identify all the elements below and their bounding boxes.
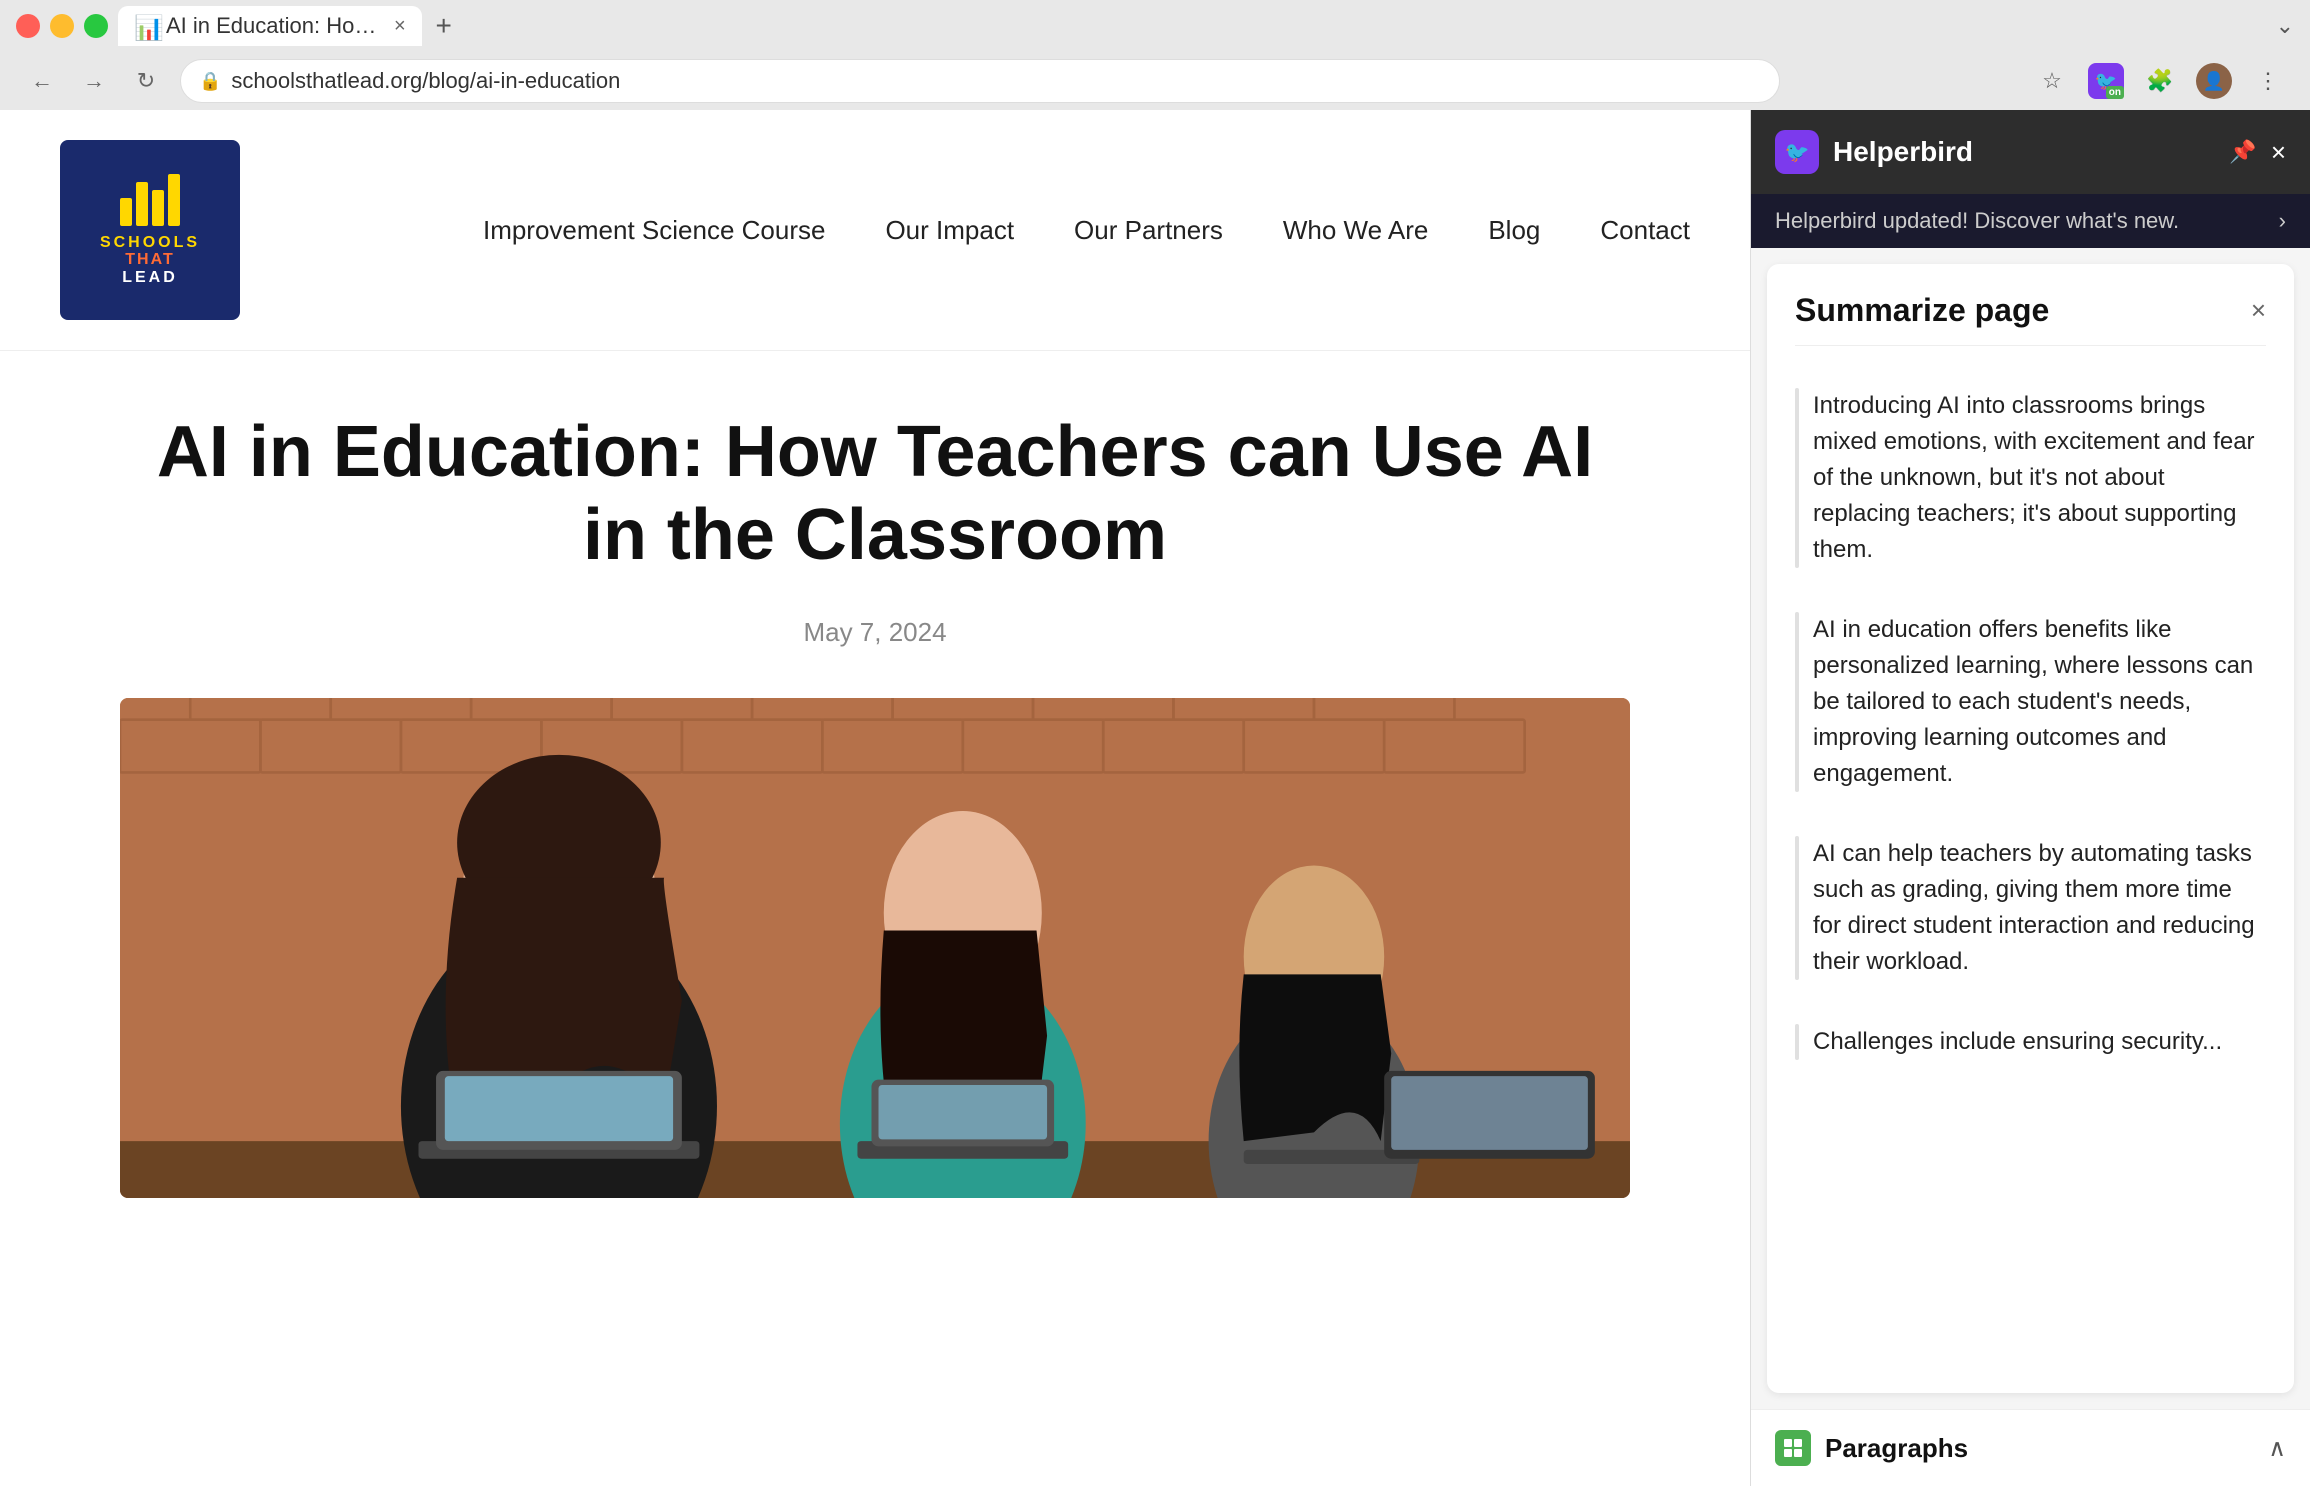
helperbird-pin-button[interactable]: 📌	[2229, 139, 2256, 165]
paragraphs-label: Paragraphs	[1825, 1433, 2254, 1464]
maximize-window-button[interactable]	[84, 14, 108, 38]
helperbird-panel-close-button[interactable]: ×	[2271, 137, 2286, 168]
summary-text-3: AI can help teachers by automating tasks…	[1813, 836, 2266, 980]
logo-lead-text: LEAD	[122, 269, 178, 287]
summary-bar-3	[1795, 836, 1799, 980]
nav-blog[interactable]: Blog	[1488, 215, 1540, 246]
summarize-page-title: Summarize page	[1795, 292, 2049, 329]
tab-favicon: 📊	[134, 14, 158, 38]
article-title: AI in Education: How Teachers can Use AI…	[120, 411, 1630, 577]
webpage: SCHOOLS THAT LEAD Improvement Science Co…	[0, 110, 1750, 1486]
content-area: SCHOOLS THAT LEAD Improvement Science Co…	[0, 110, 2310, 1486]
summary-item-2: AI in education offers benefits like per…	[1795, 590, 2266, 814]
active-tab[interactable]: 📊 AI in Education: How Teacher... ×	[118, 6, 422, 46]
logo-chart-icon	[120, 174, 180, 226]
summary-item-3: AI can help teachers by automating tasks…	[1795, 814, 2266, 1002]
paragraphs-collapse-icon[interactable]: ∧	[2268, 1434, 2286, 1463]
tab-close-button[interactable]: ×	[394, 15, 406, 38]
minimize-window-button[interactable]	[50, 14, 74, 38]
helperbird-logo: 🐦	[1775, 130, 1819, 174]
summary-text-2: AI in education offers benefits like per…	[1813, 612, 2266, 792]
helperbird-extension-icon[interactable]: 🐦 on	[2088, 63, 2124, 99]
nav-who-we-are[interactable]: Who We Are	[1283, 215, 1428, 246]
site-header: SCHOOLS THAT LEAD Improvement Science Co…	[0, 110, 1750, 351]
logo-that-text: THAT	[125, 251, 174, 269]
site-nav: Improvement Science Course Our Impact Ou…	[483, 215, 1690, 246]
new-tab-button[interactable]: +	[424, 6, 464, 46]
address-bar-row: ← → ↻ 🔒 schoolsthatlead.org/blog/ai-in-e…	[0, 52, 2310, 110]
summary-text-4: Challenges include ensuring security...	[1813, 1024, 2222, 1060]
profile-button[interactable]: 👤	[2196, 63, 2232, 99]
reload-button[interactable]: ↻	[128, 63, 164, 99]
nav-improvement-science[interactable]: Improvement Science Course	[483, 215, 825, 246]
summarize-close-button[interactable]: ×	[2251, 295, 2266, 326]
back-button[interactable]: ←	[24, 63, 60, 99]
address-field[interactable]: 🔒 schoolsthatlead.org/blog/ai-in-educati…	[180, 59, 1780, 103]
summary-bar-4	[1795, 1024, 1799, 1060]
summary-bar-1	[1795, 388, 1799, 568]
helperbird-title: Helperbird	[1833, 136, 2215, 168]
extensions-button[interactable]: 🧩	[2142, 63, 2178, 99]
tab-title: AI in Education: How Teacher...	[166, 13, 386, 39]
helperbird-update-arrow-icon: ›	[2279, 208, 2286, 234]
toolbar-icons: ☆ 🐦 on 🧩 👤 ⋮	[2034, 63, 2286, 99]
helperbird-body: Summarize page × Introducing AI into cla…	[1767, 264, 2294, 1393]
helperbird-update-bar[interactable]: Helperbird updated! Discover what's new.…	[1751, 194, 2310, 248]
site-logo[interactable]: SCHOOLS THAT LEAD	[60, 140, 240, 320]
address-text: schoolsthatlead.org/blog/ai-in-education	[231, 68, 1761, 94]
browser-chrome: 📊 AI in Education: How Teacher... × + ⌄ …	[0, 0, 2310, 110]
nav-our-impact[interactable]: Our Impact	[885, 215, 1014, 246]
summary-item-1: Introducing AI into classrooms brings mi…	[1795, 366, 2266, 590]
close-window-button[interactable]	[16, 14, 40, 38]
forward-button[interactable]: →	[76, 63, 112, 99]
extension-on-badge: on	[2106, 86, 2124, 99]
nav-contact[interactable]: Contact	[1600, 215, 1690, 246]
summary-item-4: Challenges include ensuring security...	[1795, 1002, 2266, 1082]
menu-button[interactable]: ⋮	[2250, 63, 2286, 99]
title-bar: 📊 AI in Education: How Teacher... × + ⌄	[0, 0, 2310, 52]
summary-list: Introducing AI into classrooms brings mi…	[1767, 346, 2294, 1393]
tab-list-dropdown[interactable]: ⌄	[2276, 13, 2294, 39]
helperbird-footer-paragraphs[interactable]: Paragraphs ∧	[1751, 1409, 2310, 1486]
helperbird-header: 🐦 Helperbird 📌 ×	[1751, 110, 2310, 194]
helperbird-update-text: Helperbird updated! Discover what's new.	[1775, 208, 2279, 234]
logo-schools-text: SCHOOLS	[100, 234, 200, 252]
summary-text-1: Introducing AI into classrooms brings mi…	[1813, 388, 2266, 568]
paragraphs-icon	[1775, 1430, 1811, 1466]
security-lock-icon: 🔒	[199, 71, 221, 92]
article-hero-image	[120, 698, 1630, 1198]
helperbird-body-header: Summarize page ×	[1767, 264, 2294, 345]
article-area: AI in Education: How Teachers can Use AI…	[0, 351, 1750, 1258]
traffic-lights	[16, 14, 108, 38]
nav-our-partners[interactable]: Our Partners	[1074, 215, 1223, 246]
article-date: May 7, 2024	[120, 617, 1630, 648]
tab-bar: 📊 AI in Education: How Teacher... × +	[118, 6, 2266, 46]
summary-bar-2	[1795, 612, 1799, 792]
helperbird-panel: 🐦 Helperbird 📌 × Helperbird updated! Dis…	[1750, 110, 2310, 1486]
bookmark-button[interactable]: ☆	[2034, 63, 2070, 99]
